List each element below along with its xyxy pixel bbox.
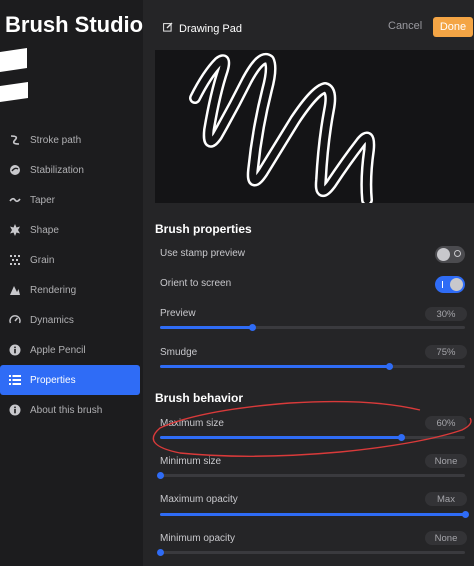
sidebar-item-label: Shape bbox=[30, 224, 59, 236]
slider-handle[interactable] bbox=[462, 511, 469, 518]
smudge-value[interactable]: 75% bbox=[425, 345, 467, 359]
slider-fill bbox=[160, 513, 465, 516]
properties-icon bbox=[8, 374, 21, 387]
maximum-size-slider[interactable] bbox=[160, 434, 465, 441]
shape-icon bbox=[8, 224, 21, 237]
orient-to-screen-label: Orient to screen bbox=[160, 278, 232, 289]
sidebar-item-taper[interactable]: Taper bbox=[0, 185, 140, 215]
stroke-path-icon bbox=[8, 134, 21, 147]
main-panel: Drawing Pad Cancel Done Brush properties… bbox=[143, 0, 474, 566]
dynamics-icon bbox=[8, 314, 21, 327]
slider-fill bbox=[160, 326, 252, 329]
brush-stroke-thumbnail bbox=[0, 48, 28, 102]
drawing-pad-label: Drawing Pad bbox=[179, 22, 242, 35]
preview-slider[interactable] bbox=[160, 324, 465, 331]
sidebar-item-label: Grain bbox=[30, 254, 55, 266]
toggle-off-mark bbox=[454, 250, 461, 257]
sidebar-item-stroke-path[interactable]: Stroke path bbox=[0, 125, 140, 155]
sidebar-item-label: Stabilization bbox=[30, 164, 84, 176]
brush-properties-heading: Brush properties bbox=[155, 222, 252, 236]
minimum-size-slider[interactable] bbox=[157, 472, 465, 479]
use-stamp-preview-toggle[interactable] bbox=[435, 246, 465, 263]
sidebar-item-label: Dynamics bbox=[30, 314, 74, 326]
apple-pencil-icon bbox=[8, 344, 21, 357]
slider-handle[interactable] bbox=[248, 324, 256, 331]
sidebar-item-label: About this brush bbox=[30, 404, 103, 416]
slider-fill bbox=[160, 436, 401, 439]
brush-stroke-preview bbox=[189, 53, 376, 203]
minimum-opacity-slider[interactable] bbox=[157, 549, 465, 556]
sidebar-item-label: Properties bbox=[30, 374, 76, 386]
sidebar-item-properties[interactable]: Properties bbox=[0, 365, 140, 395]
slider-handle[interactable] bbox=[397, 434, 405, 441]
minimum-opacity-value[interactable]: None bbox=[425, 531, 467, 545]
sidebar-item-rendering[interactable]: Rendering bbox=[0, 275, 140, 305]
preview-label: Preview bbox=[160, 308, 196, 319]
maximum-opacity-slider[interactable] bbox=[160, 511, 469, 518]
done-button[interactable]: Done bbox=[433, 17, 473, 37]
maximum-size-label: Maximum size bbox=[160, 418, 224, 429]
preview-value[interactable]: 30% bbox=[425, 307, 467, 321]
smudge-slider[interactable] bbox=[160, 363, 465, 370]
sidebar-item-dynamics[interactable]: Dynamics bbox=[0, 305, 140, 335]
sidebar-item-label: Rendering bbox=[30, 284, 77, 296]
maximum-opacity-value[interactable]: Max bbox=[425, 492, 467, 506]
slider-handle[interactable] bbox=[157, 472, 164, 479]
sidebar-item-label: Taper bbox=[30, 194, 56, 206]
brush-behavior-heading: Brush behavior bbox=[155, 391, 244, 405]
maximum-size-value[interactable]: 60% bbox=[425, 416, 467, 430]
sidebar-nav: Stroke path Stabilization Taper Shape Gr… bbox=[0, 125, 140, 425]
sidebar-item-stabilization[interactable]: Stabilization bbox=[0, 155, 140, 185]
toggle-on-mark bbox=[442, 281, 443, 288]
use-stamp-preview-label: Use stamp preview bbox=[160, 248, 246, 259]
cancel-button[interactable]: Cancel bbox=[388, 20, 422, 32]
stabilization-icon bbox=[8, 164, 21, 177]
maximum-opacity-label: Maximum opacity bbox=[160, 494, 238, 505]
info-icon bbox=[8, 404, 21, 417]
sidebar-item-label: Apple Pencil bbox=[30, 344, 86, 356]
orient-to-screen-toggle[interactable] bbox=[435, 276, 465, 293]
toggle-knob bbox=[437, 248, 450, 261]
sidebar-item-about-this-brush[interactable]: About this brush bbox=[0, 395, 140, 425]
taper-icon bbox=[8, 194, 21, 207]
minimum-size-value[interactable]: None bbox=[425, 454, 467, 468]
sidebar: Brush Studio Stroke path Stabilization T… bbox=[0, 0, 143, 566]
toggle-knob bbox=[450, 278, 463, 291]
sidebar-item-grain[interactable]: Grain bbox=[0, 245, 140, 275]
slider-handle[interactable] bbox=[385, 363, 393, 370]
drawing-pad-canvas[interactable] bbox=[155, 50, 474, 203]
drawing-pad-button[interactable]: Drawing Pad bbox=[163, 22, 242, 35]
smudge-label: Smudge bbox=[160, 347, 198, 358]
slider-handle[interactable] bbox=[157, 549, 164, 556]
slider-fill bbox=[160, 365, 389, 368]
app-title: Brush Studio bbox=[5, 12, 144, 37]
minimum-size-label: Minimum size bbox=[160, 456, 222, 467]
sidebar-item-shape[interactable]: Shape bbox=[0, 215, 140, 245]
sidebar-item-apple-pencil[interactable]: Apple Pencil bbox=[0, 335, 140, 365]
rendering-icon bbox=[8, 284, 21, 297]
sidebar-item-label: Stroke path bbox=[30, 134, 82, 146]
edit-icon bbox=[163, 22, 173, 35]
grain-icon bbox=[8, 254, 21, 267]
minimum-opacity-label: Minimum opacity bbox=[160, 533, 236, 544]
